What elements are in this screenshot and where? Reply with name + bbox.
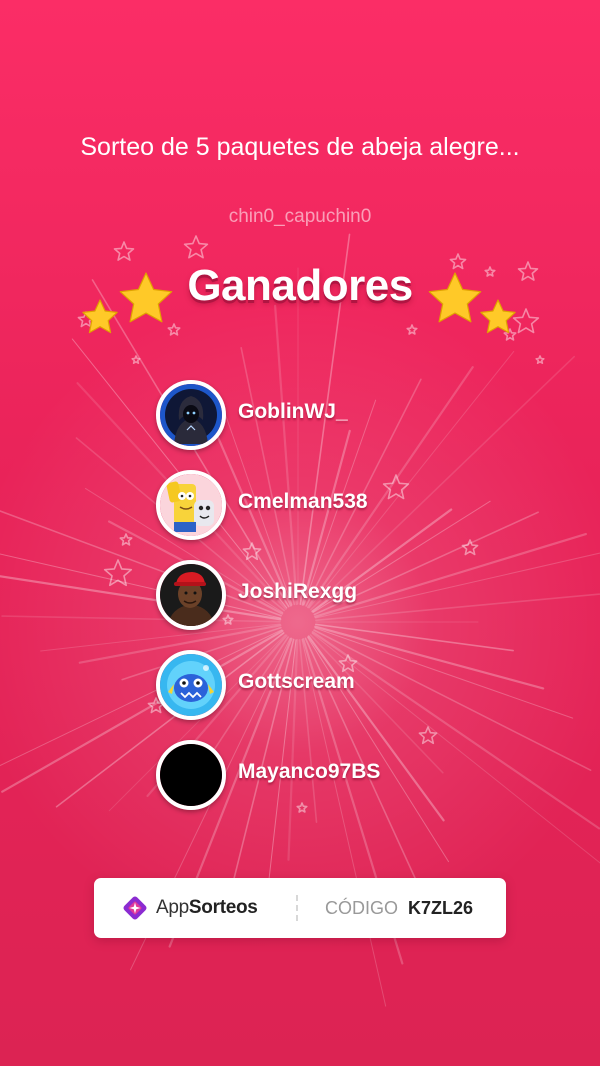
blue-monster-avatar bbox=[156, 650, 226, 720]
brand-suffix: Sorteos bbox=[188, 897, 258, 918]
code-value: K7ZL26 bbox=[408, 898, 474, 918]
outline-star-icon bbox=[183, 235, 209, 259]
brand-name: AppSorteos bbox=[156, 897, 258, 919]
cartoon-characters-avatar bbox=[156, 470, 226, 540]
winners-heading: Ganadores bbox=[187, 261, 413, 310]
winner-row: GoblinWJ_ bbox=[156, 380, 516, 470]
black-avatar bbox=[156, 740, 226, 810]
winner-row: JoshiRexgg bbox=[156, 560, 516, 650]
footer-divider bbox=[296, 895, 298, 921]
winner-name: GoblinWJ_ bbox=[238, 400, 348, 423]
winner-row: Mayanco97BS bbox=[156, 740, 516, 830]
outline-star-icon bbox=[113, 241, 135, 261]
winner-row: Cmelman538 bbox=[156, 470, 516, 560]
footer-card: AppSorteos CÓDIGO K7ZL26 bbox=[94, 878, 506, 938]
appsorteos-brand[interactable]: AppSorteos bbox=[120, 893, 258, 923]
winners-list: GoblinWJ_ Cmelman538 JoshiRexgg Gottscre… bbox=[156, 380, 516, 830]
winner-name: Cmelman538 bbox=[238, 490, 368, 513]
outline-star-icon bbox=[535, 355, 545, 364]
raffle-title: Sorteo de 5 paquetes de abeja alegre... bbox=[80, 133, 520, 161]
winner-row: Gottscream bbox=[156, 650, 516, 740]
winner-name: Gottscream bbox=[238, 670, 355, 693]
hooded-figure-avatar bbox=[156, 380, 226, 450]
code-label: CÓDIGO bbox=[325, 898, 399, 918]
raffle-host: chin0_capuchin0 bbox=[228, 206, 372, 227]
man-red-cap-avatar bbox=[156, 560, 226, 630]
appsorteos-logo-icon bbox=[123, 896, 147, 920]
winner-name: Mayanco97BS bbox=[238, 760, 381, 783]
brand-prefix: App bbox=[156, 897, 189, 918]
winner-name: JoshiRexgg bbox=[238, 580, 358, 603]
